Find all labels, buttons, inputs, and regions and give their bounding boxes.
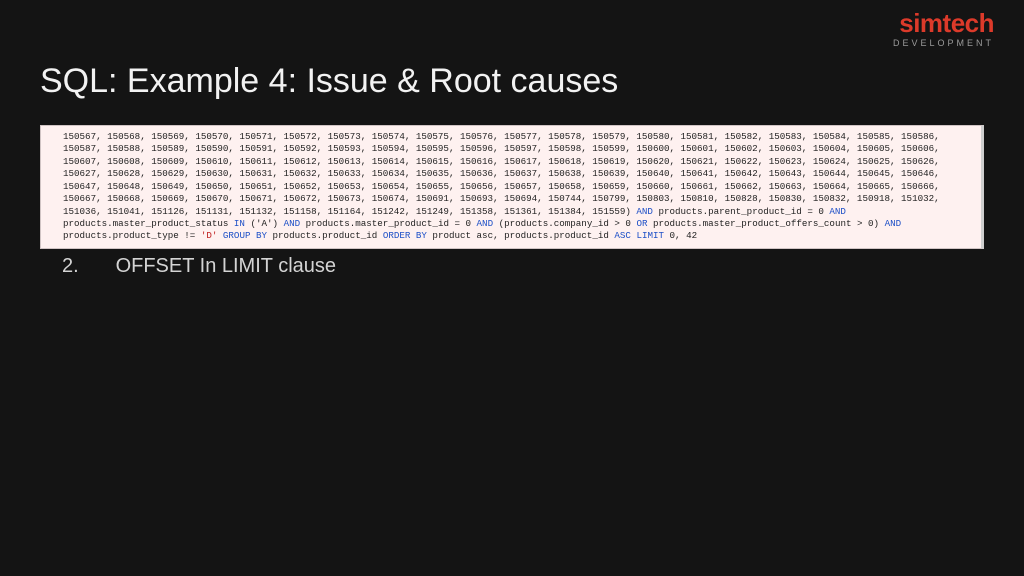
kw-and: AND (829, 206, 846, 217)
cond: ('A') (245, 218, 284, 229)
kw-and: AND (284, 218, 301, 229)
cond: (products.company_id > 0 (493, 218, 636, 229)
ids-tail: 151559) (592, 206, 636, 217)
cond: products.master_product_id = 0 (300, 218, 476, 229)
kw-asc: ASC (614, 230, 631, 241)
limit-args: 0, 42 (664, 230, 697, 241)
brand-logo-sub: DEVELOPMENT (893, 38, 994, 48)
kw-group-by: GROUP BY (223, 230, 267, 241)
kw-and: AND (885, 218, 902, 229)
kw-or: OR (636, 218, 647, 229)
bullet-item: 2. OFFSET In LIMIT clause (62, 255, 336, 278)
cond: products.product_type != (63, 230, 201, 241)
kw-and: AND (477, 218, 494, 229)
sql-code-block: 150567, 150568, 150569, 150570, 150571, … (40, 125, 984, 249)
cond: products.master_product_status (63, 218, 234, 229)
kw-limit: LIMIT (636, 230, 664, 241)
kw-in: IN (234, 218, 245, 229)
brand-logo-main: simtech (893, 10, 994, 36)
lit: 'D' (201, 230, 218, 241)
cond: products.master_product_offers_count > 0… (647, 218, 884, 229)
brand-logo: simtech DEVELOPMENT (893, 10, 994, 48)
kw-order-by: ORDER BY (383, 230, 427, 241)
page-title: SQL: Example 4: Issue & Root causes (40, 62, 618, 101)
bullet-text: OFFSET In LIMIT clause (116, 255, 336, 277)
ord-cols: product asc, products.product_id (427, 230, 614, 241)
grp-cols: products.product_id (267, 230, 383, 241)
cond: products.parent_product_id = 0 (653, 206, 829, 217)
kw-and: AND (636, 206, 653, 217)
bullet-number: 2. (62, 255, 92, 278)
